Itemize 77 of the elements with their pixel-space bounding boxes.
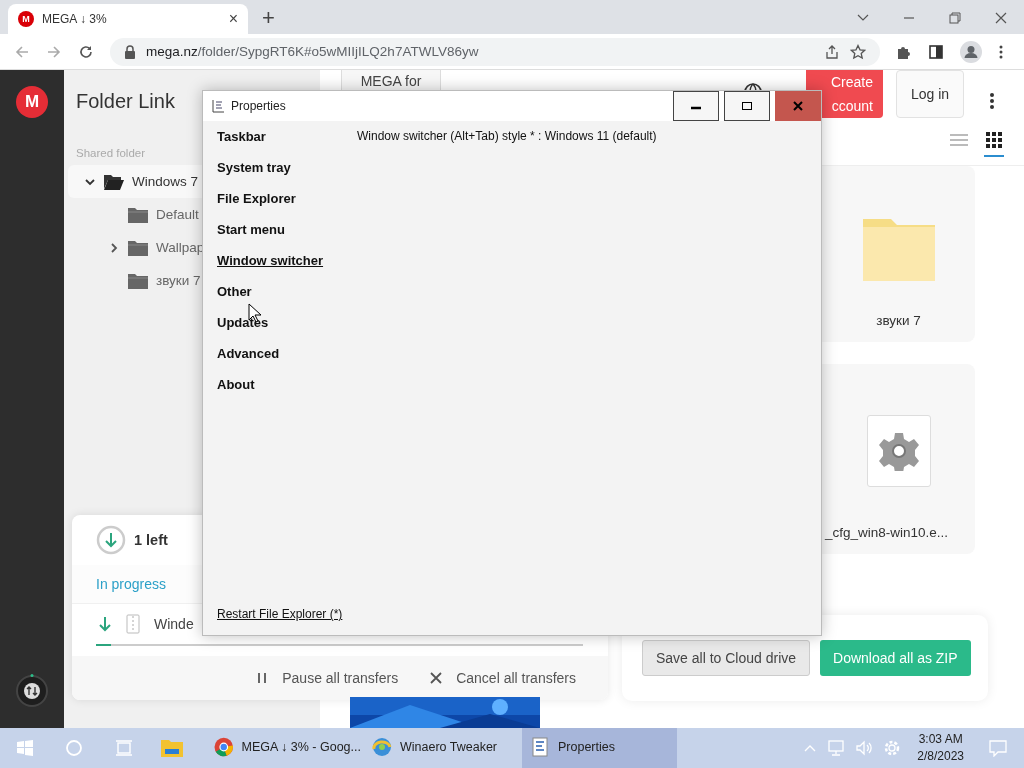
profile-avatar-icon[interactable] — [960, 40, 982, 63]
chevron-right-icon[interactable] — [108, 241, 120, 254]
app-icon — [530, 737, 550, 757]
restart-explorer-link[interactable]: Restart File Explorer (*) — [217, 607, 343, 621]
mega-logo[interactable]: M — [16, 86, 48, 118]
address-bar[interactable]: mega.nz/folder/SypgRT6K#o5wMIIjILQ2h7ATWLV86yw — [110, 37, 880, 66]
lock-icon — [124, 44, 136, 59]
maximize-icon — [741, 100, 753, 112]
transfers-icon[interactable] — [15, 674, 49, 708]
tab-title: MEGA ↓ 3% — [42, 12, 108, 26]
gear-icon — [878, 431, 919, 471]
folder-icon — [127, 271, 149, 290]
download-arrow-icon — [98, 616, 112, 632]
nav-item[interactable]: Start menu — [217, 222, 285, 237]
close-icon — [792, 100, 804, 112]
restore-icon[interactable] — [948, 11, 962, 25]
close-button[interactable] — [775, 91, 821, 121]
window-title: Properties — [231, 99, 286, 113]
taskbar-app[interactable]: MEGA ↓ 3% - Goog... — [206, 728, 361, 768]
close-icon[interactable] — [994, 11, 1008, 25]
file-card[interactable]: звуки 7 — [822, 166, 975, 342]
browser-icon — [214, 737, 234, 757]
minimize-button[interactable] — [673, 91, 719, 121]
menu-icon[interactable] — [998, 43, 1004, 60]
clock-date[interactable]: 2/8/2023 — [917, 748, 964, 765]
tree-item[interactable]: Windows 7 — [132, 174, 199, 189]
file-card[interactable]: _cfg_win8-win10.e... — [822, 364, 975, 554]
close-icon — [430, 672, 443, 684]
taskbar-app[interactable]: Properties — [522, 728, 677, 768]
zip-file-icon — [126, 614, 140, 634]
remaining-count: 1 left — [134, 532, 168, 548]
app-icon — [372, 737, 392, 757]
folder-icon — [127, 205, 149, 224]
taskbar-app[interactable]: Winaero Tweaker — [364, 728, 519, 768]
nav-item[interactable]: Other — [217, 284, 252, 299]
cancel-transfers-button[interactable]: Cancel all transfers — [430, 670, 576, 686]
download-progress-icon — [96, 525, 126, 555]
list-view-icon — [949, 131, 969, 149]
folder-icon — [127, 238, 149, 257]
share-icon[interactable] — [824, 43, 840, 60]
nav-item[interactable]: System tray — [217, 160, 291, 175]
open-folder-icon — [103, 172, 125, 191]
star-icon[interactable] — [850, 43, 866, 60]
pause-transfers-button[interactable]: Pause all transfers — [256, 670, 399, 686]
section-label: Shared folder — [76, 147, 147, 159]
more-options-icon[interactable] — [989, 92, 995, 110]
reload-icon[interactable] — [78, 43, 94, 60]
nav-item[interactable]: File Explorer — [217, 191, 296, 206]
new-tab-button[interactable]: + — [262, 5, 275, 31]
setting-option[interactable]: Window switcher (Alt+Tab) style * : Windows 11 (default) — [357, 129, 657, 145]
nav-item[interactable]: Taskbar — [217, 129, 266, 144]
maximize-button[interactable] — [724, 91, 770, 121]
nav-item[interactable]: Advanced — [217, 346, 280, 361]
mega-for-button[interactable]: MEGA for — [341, 70, 441, 91]
pause-icon — [256, 671, 269, 685]
folder-link-title: Folder Link — [76, 90, 175, 113]
nav-item[interactable]: About — [217, 377, 255, 392]
favicon-logo: M — [18, 11, 34, 27]
log-in-button[interactable]: Log in — [896, 70, 964, 118]
folder-icon[interactable] — [160, 738, 184, 758]
file-name: _cfg_win8-win10.e... — [823, 525, 949, 540]
nav-item[interactable]: Updates — [217, 315, 269, 330]
app-icon — [211, 99, 225, 113]
clock-time[interactable]: 3:03 AM — [918, 731, 963, 748]
close-tab-button[interactable]: × — [228, 10, 238, 28]
start-icon[interactable] — [17, 740, 33, 756]
tree-item[interactable]: Default — [156, 207, 199, 222]
file-name: звуки 7 — [876, 313, 921, 328]
side-panel-icon[interactable] — [928, 43, 944, 60]
url-text: mega.nz/folder/SypgRT6K#o5wMIIjILQ2h7ATWLV86yw — [146, 44, 479, 59]
tree-item[interactable]: звуки 7 — [156, 273, 201, 288]
save-to-cloud-button[interactable]: Save all to Cloud drive — [642, 640, 811, 676]
grid-view-icon — [984, 131, 1004, 149]
browser-tab[interactable]: M MEGA ↓ 3% × — [8, 4, 248, 34]
folder-icon — [861, 217, 936, 283]
transfer-name: Winde — [154, 616, 194, 632]
nav-item[interactable]: Window switcher — [217, 253, 324, 268]
